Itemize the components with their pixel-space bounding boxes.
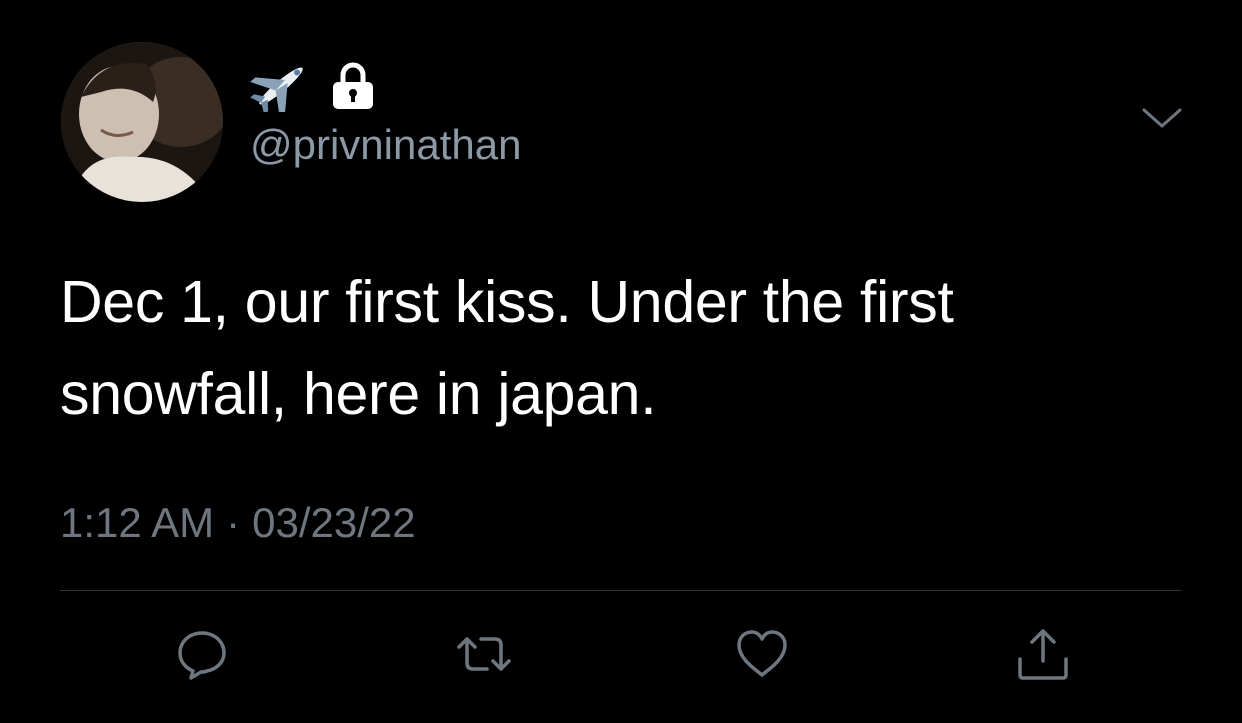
lock-icon [333,62,373,109]
airplane-emoji-icon [250,67,303,112]
tweet-card: @privninathan Dec 1, our first kiss. Und… [0,0,1242,723]
tweet-date: 03/23/22 [252,499,416,546]
tweet-text: Dec 1, our first kiss. Under the first s… [60,269,954,427]
display-name [250,60,376,112]
reply-button[interactable] [172,624,232,684]
avatar[interactable] [61,42,223,202]
meta-separator: · [226,499,241,546]
retweet-icon [457,637,511,671]
tweet-time: 1:12 AM [60,499,215,546]
avatar-photo [61,42,223,202]
user-handle[interactable]: @privninathan [250,124,521,166]
share-button[interactable] [1013,624,1073,684]
like-button[interactable] [732,624,792,684]
divider [60,590,1182,591]
share-icon [1018,629,1068,680]
retweet-button[interactable] [454,624,514,684]
chevron-down-icon[interactable] [1140,104,1184,132]
heart-icon [737,630,787,677]
comment-icon [178,631,226,680]
tweet-timestamp[interactable]: 1:12 AM · 03/23/22 [60,502,416,544]
